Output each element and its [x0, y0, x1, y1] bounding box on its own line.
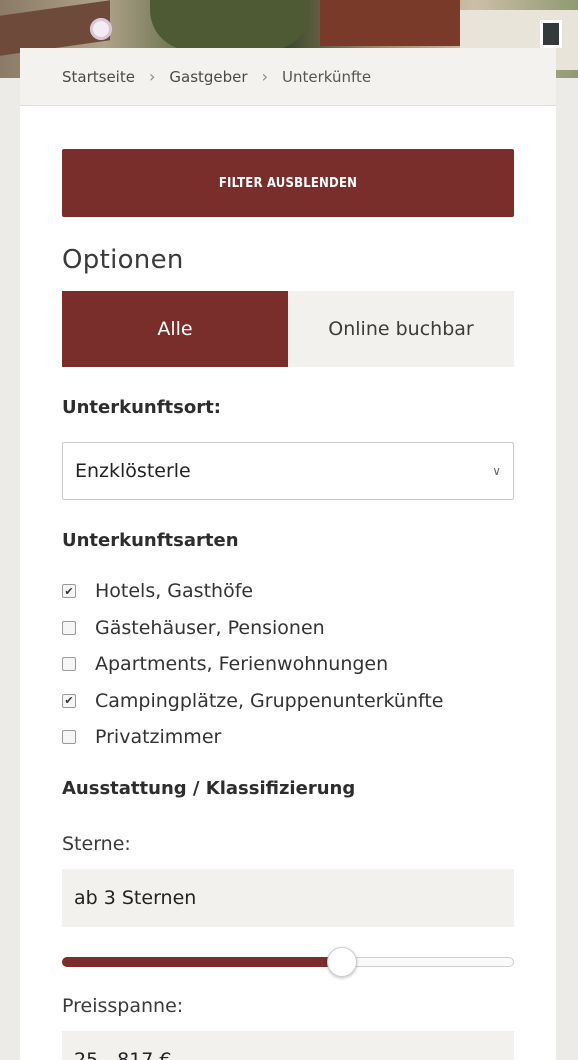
types-list: ✔ Hotels, Gasthöfe Gästehäuser, Pensione…	[62, 573, 514, 756]
type-item-guesthouses[interactable]: Gästehäuser, Pensionen	[62, 610, 514, 647]
breadcrumb-startseite[interactable]: Startseite	[62, 68, 135, 86]
checkbox[interactable]	[62, 620, 76, 635]
type-label: Apartments, Ferienwohnungen	[95, 653, 389, 676]
stars-slider[interactable]	[62, 946, 514, 977]
slider-fill	[62, 956, 343, 967]
checkbox[interactable]: ✔	[62, 693, 76, 708]
type-item-hotels[interactable]: ✔ Hotels, Gasthöfe	[62, 573, 514, 610]
location-label: Unterkunftsort:	[62, 397, 221, 418]
location-selected-value: Enzklösterle	[75, 460, 191, 482]
type-label: Hotels, Gasthöfe	[95, 580, 254, 603]
location-select[interactable]: Enzklösterle ∨	[62, 442, 514, 500]
option-online-bookable[interactable]: Online buchbar	[288, 291, 514, 367]
filter-panel: Startseite › Gastgeber › Unterkünfte FIL…	[20, 48, 556, 1060]
type-item-private-rooms[interactable]: Privatzimmer	[62, 719, 514, 756]
price-value: 25 - 817 €	[62, 1030, 514, 1060]
breadcrumb-gastgeber[interactable]: Gastgeber	[169, 68, 247, 86]
checkbox[interactable]: ✔	[62, 584, 76, 599]
breadcrumb-current: Unterkünfte	[281, 67, 372, 86]
option-all[interactable]: Alle	[62, 291, 288, 367]
booking-option-toggle: Alle Online buchbar	[62, 291, 514, 367]
type-item-apartments[interactable]: Apartments, Ferienwohnungen	[62, 646, 514, 683]
hide-filter-button[interactable]: FILTER AUSBLENDEN	[62, 149, 514, 217]
equipment-label: Ausstattung / Klassifizierung	[62, 777, 356, 799]
type-label: Privatzimmer	[95, 726, 222, 749]
checkbox[interactable]	[62, 730, 76, 745]
breadcrumb: Startseite › Gastgeber › Unterkünfte	[20, 48, 556, 106]
types-label: Unterkunftsarten	[62, 530, 239, 551]
type-label: Gästehäuser, Pensionen	[95, 616, 325, 639]
slider-thumb[interactable]	[327, 946, 358, 977]
stars-value: ab 3 Sternen	[62, 868, 514, 927]
type-label: Campingplätze, Gruppenunterkünfte	[95, 689, 444, 712]
stars-label: Sterne:	[62, 832, 131, 855]
checkbox[interactable]	[62, 657, 76, 672]
price-label: Preisspanne:	[62, 994, 184, 1017]
chevron-down-icon: ∨	[492, 464, 501, 478]
options-heading: Optionen	[62, 245, 184, 275]
chevron-right-icon: ›	[148, 67, 156, 86]
type-item-camping[interactable]: ✔ Campingplätze, Gruppenunterkünfte	[62, 683, 514, 720]
chevron-right-icon: ›	[261, 67, 268, 86]
